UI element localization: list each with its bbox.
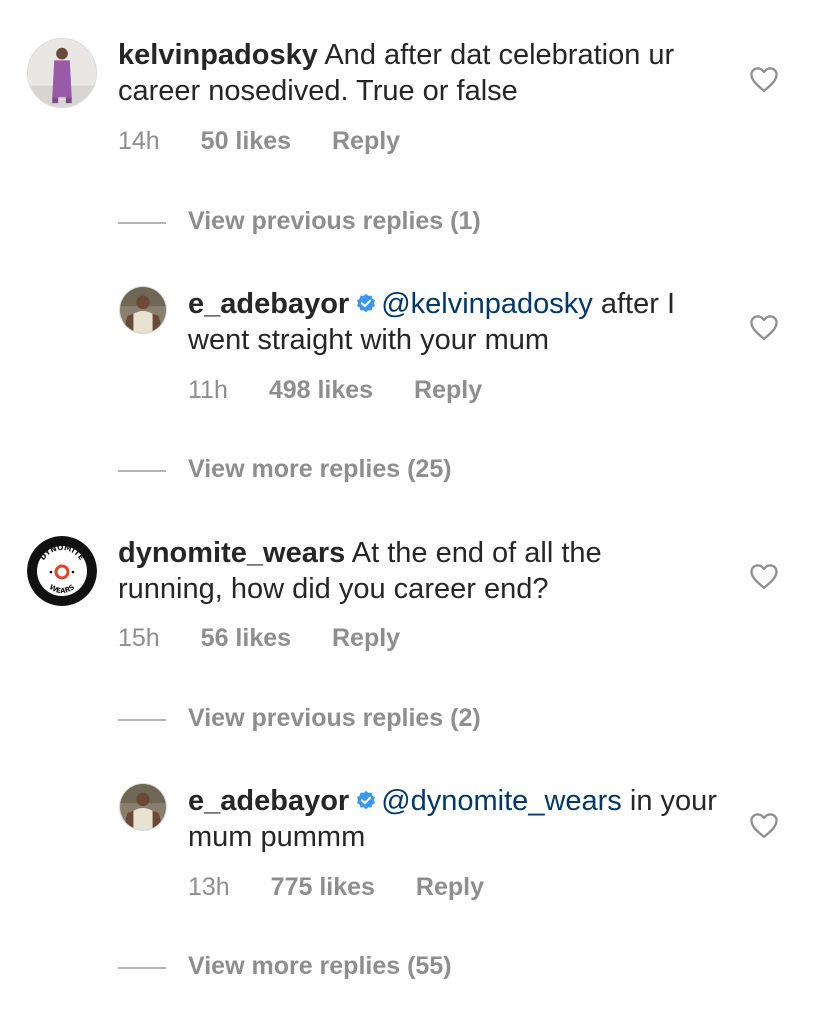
like-icon[interactable] xyxy=(749,562,779,590)
mention-link[interactable]: @kelvinpadosky xyxy=(381,288,593,320)
comment-username[interactable]: e_adebayor xyxy=(188,288,349,320)
divider-line xyxy=(118,470,166,472)
comment-text: e_adebayor @kelvinpadosky after I went st… xyxy=(188,286,728,358)
likes-count[interactable]: 50 likes xyxy=(201,127,291,155)
avatar[interactable]: DYNOMITE WEARS xyxy=(27,536,97,606)
comment-meta: 13h 775 likes Reply xyxy=(188,873,518,902)
comment-time: 13h xyxy=(188,873,230,901)
verified-badge-icon xyxy=(355,785,377,810)
reply-button[interactable]: Reply xyxy=(414,376,482,404)
likes-count[interactable]: 56 likes xyxy=(201,624,291,652)
comment-time: 11h xyxy=(188,376,228,404)
avatar[interactable] xyxy=(27,38,97,108)
comment-time: 15h xyxy=(118,624,160,652)
likes-count[interactable]: 775 likes xyxy=(271,873,375,901)
comment-meta: 15h 56 likes Reply xyxy=(118,624,434,653)
reply-button[interactable]: Reply xyxy=(332,127,400,155)
likes-count[interactable]: 498 likes xyxy=(269,376,373,404)
view-replies-button[interactable]: View previous replies (2) xyxy=(188,704,481,733)
comment-meta: 11h 498 likes Reply xyxy=(188,376,516,405)
comment-text: e_adebayor @dynomite_wears in your mum pu… xyxy=(188,783,728,855)
comment-meta: 14h 50 likes Reply xyxy=(118,127,434,156)
divider-line xyxy=(118,719,166,721)
divider-line xyxy=(118,222,166,224)
avatar[interactable] xyxy=(119,286,167,334)
comment-username[interactable]: e_adebayor xyxy=(188,785,349,817)
comment-username[interactable]: dynomite_wears xyxy=(118,537,345,569)
comment-text: dynomite_wears At the end of all the run… xyxy=(118,535,678,607)
comment-time: 14h xyxy=(118,127,160,155)
avatar[interactable] xyxy=(119,783,167,831)
view-replies-button[interactable]: View more replies (25) xyxy=(188,455,452,484)
comment-username[interactable]: kelvinpadosky xyxy=(118,39,318,71)
reply-button[interactable]: Reply xyxy=(332,624,400,652)
like-icon[interactable] xyxy=(749,313,779,341)
like-icon[interactable] xyxy=(749,65,779,93)
reply-button[interactable]: Reply xyxy=(416,873,484,901)
divider-line xyxy=(118,967,166,969)
view-replies-button[interactable]: View more replies (55) xyxy=(188,952,452,981)
like-icon[interactable] xyxy=(749,811,779,839)
verified-badge-icon xyxy=(355,288,377,313)
view-replies-button[interactable]: View previous replies (1) xyxy=(188,207,481,236)
comment-text: kelvinpadosky And after dat celebration … xyxy=(118,37,718,109)
mention-link[interactable]: @dynomite_wears xyxy=(381,785,622,817)
